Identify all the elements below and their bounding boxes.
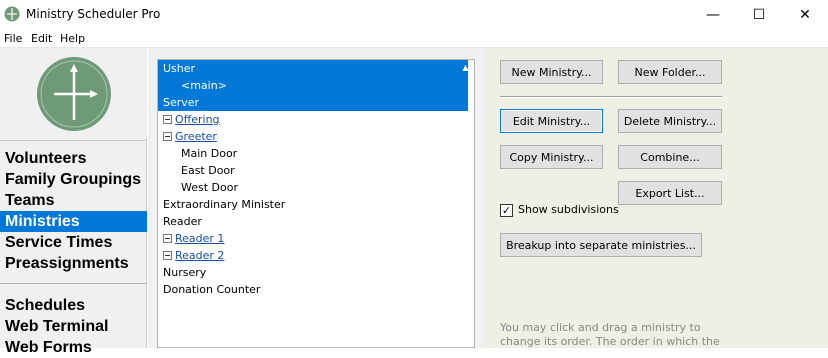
menu-help[interactable]: Help (60, 32, 85, 45)
tree-row[interactable]: Offering (158, 111, 468, 128)
actions-panel: New Ministry... New Folder... Edit Minis… (485, 48, 828, 348)
edit-ministry-button[interactable]: Edit Ministry... (500, 109, 603, 133)
scroll-up-icon[interactable]: ▲ (457, 60, 474, 74)
ministry-list-panel: Donation Counter Nursery Reader 2 Reader 1 R… (148, 48, 485, 348)
tree-row-label: <main> (181, 79, 227, 92)
tree-row-label: Nursery (163, 266, 207, 279)
copy-ministry-button[interactable]: Copy Ministry... (500, 145, 603, 169)
tree-row-label: East Door (181, 164, 235, 177)
tree-row[interactable]: Nursery (158, 264, 468, 281)
tree-row[interactable]: East Door (158, 162, 468, 179)
tree-row[interactable]: West Door (158, 179, 468, 196)
combine-button[interactable]: Combine... (618, 145, 722, 169)
help-hint: You may click and drag a ministry to cha… (500, 321, 720, 349)
tree-row-label: Reader 1 (175, 232, 225, 245)
tree-row-label: Reader 2 (175, 249, 225, 262)
sidebar-item-service-times[interactable]: Service Times (0, 232, 147, 253)
sidebar-divider (0, 283, 147, 284)
breakup-button[interactable]: Breakup into separate ministries... (500, 233, 702, 257)
tree-row-label: Offering (175, 113, 220, 126)
sidebar-item-preassignments[interactable]: Preassignments (0, 253, 147, 274)
maximize-button[interactable]: ☐ (736, 0, 782, 30)
close-button[interactable]: ✕ (782, 0, 828, 30)
app-logo-icon (4, 6, 20, 22)
tree-row-label: West Door (181, 181, 238, 194)
menu-edit[interactable]: Edit (31, 32, 52, 45)
menu-file[interactable]: File (4, 32, 22, 45)
tree-row[interactable]: Main Door (158, 145, 468, 162)
sidebar-item-family-groupings[interactable]: Family Groupings (0, 169, 147, 190)
sidebar-item-teams[interactable]: Teams (0, 190, 147, 211)
delete-ministry-button[interactable]: Delete Ministry... (618, 109, 722, 133)
sidebar-item-ministries[interactable]: Ministries (0, 211, 147, 232)
menu-bar: File Edit Help (0, 30, 828, 48)
show-subdivisions-checkbox[interactable]: ✓ (500, 204, 513, 217)
tree-row-label: Extraordinary Minister (163, 198, 286, 211)
export-list-button[interactable]: Export List... (618, 181, 722, 205)
tree-row[interactable]: Reader 2 (158, 247, 468, 264)
close-icon: ✕ (799, 7, 811, 23)
help-hint-line: change its order. The order in which the (500, 335, 720, 348)
minimize-icon: — (706, 7, 720, 23)
maximize-icon: ☐ (752, 7, 766, 23)
tree-row-label: Usher (163, 62, 196, 75)
actions-divider (500, 96, 722, 98)
minimize-button[interactable]: — (690, 0, 736, 30)
tree-row-label: Reader (163, 215, 202, 228)
tree-row[interactable]: Donation Counter (158, 281, 468, 298)
collapse-toggle-icon[interactable] (163, 251, 172, 260)
title-bar: Ministry Scheduler Pro — ☐ ✕ (0, 0, 828, 30)
app-logo-icon (37, 57, 111, 131)
collapse-toggle-icon[interactable] (163, 234, 172, 243)
tree-row-label: Greeter (175, 130, 217, 143)
show-subdivisions-label: Show subdivisions (518, 203, 619, 216)
sidebar-divider (0, 140, 147, 141)
sidebar-item-schedules[interactable]: Schedules (0, 295, 147, 316)
tree-row[interactable]: Usher (158, 60, 468, 77)
ministry-tree[interactable]: Donation Counter Nursery Reader 2 Reader 1 R… (157, 59, 475, 348)
new-folder-button[interactable]: New Folder... (618, 60, 722, 84)
collapse-toggle-icon[interactable] (163, 115, 172, 124)
tree-row-label: Donation Counter (163, 283, 261, 296)
sidebar-item-web-terminal[interactable]: Web Terminal (0, 316, 147, 337)
tree-row[interactable]: Greeter (158, 128, 468, 145)
help-hint-line: You may click and drag a ministry to (500, 321, 701, 334)
tree-row[interactable]: Reader (158, 213, 468, 230)
sidebar-item-volunteers[interactable]: Volunteers (0, 148, 147, 169)
tree-row[interactable]: <main> (158, 77, 468, 94)
tree-row[interactable]: Extraordinary Minister (158, 196, 468, 213)
sidebar: Volunteers Family Groupings Teams Minist… (0, 48, 147, 356)
logo-area (0, 48, 147, 138)
new-ministry-button[interactable]: New Ministry... (500, 60, 603, 84)
tree-row-label: Server (163, 96, 200, 109)
window-title: Ministry Scheduler Pro (26, 7, 161, 21)
tree-row[interactable]: Server (158, 94, 468, 111)
tree-row[interactable]: Reader 1 (158, 230, 468, 247)
collapse-toggle-icon[interactable] (163, 132, 172, 141)
tree-row-label: Main Door (181, 147, 238, 160)
